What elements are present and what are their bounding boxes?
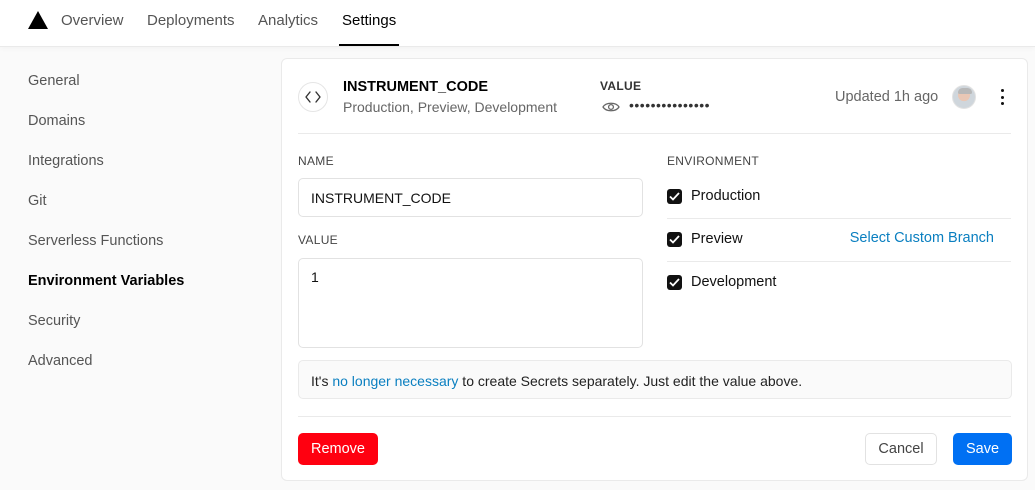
vercel-logo-icon[interactable]	[28, 11, 48, 29]
environment-label: ENVIRONMENT	[667, 154, 759, 168]
sidebar-item-advanced[interactable]: Advanced	[28, 353, 93, 369]
env-row-production: Production	[667, 176, 1011, 219]
tab-analytics[interactable]: Analytics	[258, 0, 318, 46]
value-label: VALUE	[298, 233, 338, 247]
env-var-card: INSTRUMENT_CODE Production, Preview, Dev…	[281, 58, 1028, 481]
env-row-preview: Preview Select Custom Branch	[667, 219, 1011, 262]
secrets-notice: It's no longer necessary to create Secre…	[298, 360, 1012, 399]
production-checkbox[interactable]	[667, 189, 682, 204]
value-textarea[interactable]: 1	[298, 258, 643, 348]
production-label[interactable]: Production	[691, 188, 760, 204]
variable-environments: Production, Preview, Development	[343, 99, 557, 115]
masked-value: •••••••••••••••	[629, 97, 711, 113]
name-input[interactable]	[298, 178, 643, 217]
code-icon	[298, 82, 328, 112]
sidebar-item-general[interactable]: General	[28, 73, 80, 89]
footer-divider	[298, 416, 1011, 417]
sidebar-item-serverless-functions[interactable]: Serverless Functions	[28, 233, 163, 249]
tab-settings[interactable]: Settings	[338, 0, 400, 46]
env-row-development: Development	[667, 262, 1011, 305]
save-button[interactable]: Save	[953, 433, 1012, 465]
remove-button[interactable]: Remove	[298, 433, 378, 465]
preview-label[interactable]: Preview	[691, 231, 743, 247]
value-header-label: VALUE	[600, 79, 642, 93]
top-nav: Overview Deployments Analytics Settings	[0, 0, 1035, 46]
sidebar-item-integrations[interactable]: Integrations	[28, 153, 104, 169]
eye-icon[interactable]	[602, 100, 620, 114]
notice-prefix: It's	[311, 373, 333, 389]
variable-name: INSTRUMENT_CODE	[343, 79, 489, 95]
sidebar-item-environment-variables[interactable]: Environment Variables	[28, 273, 184, 289]
sidebar-item-git[interactable]: Git	[28, 193, 47, 209]
notice-suffix: to create Secrets separately. Just edit …	[458, 373, 803, 389]
more-options-icon[interactable]	[992, 87, 1012, 107]
tab-overview[interactable]: Overview	[61, 0, 124, 46]
name-label: NAME	[298, 154, 334, 168]
development-checkbox[interactable]	[667, 275, 682, 290]
avatar[interactable]	[952, 85, 976, 109]
sidebar-item-domains[interactable]: Domains	[28, 113, 85, 129]
sidebar-item-security[interactable]: Security	[28, 313, 80, 329]
cancel-button[interactable]: Cancel	[865, 433, 937, 465]
updated-timestamp: Updated 1h ago	[835, 89, 939, 105]
header-divider	[298, 133, 1011, 134]
select-custom-branch-link[interactable]: Select Custom Branch	[850, 230, 994, 246]
development-label[interactable]: Development	[691, 274, 776, 290]
tab-deployments[interactable]: Deployments	[147, 0, 235, 46]
preview-checkbox[interactable]	[667, 232, 682, 247]
no-longer-necessary-link[interactable]: no longer necessary	[332, 373, 458, 389]
